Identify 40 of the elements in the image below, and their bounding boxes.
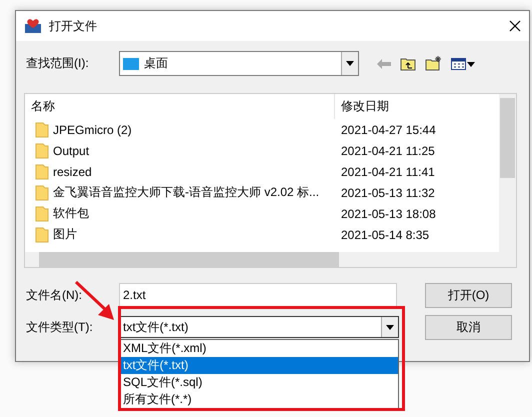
caret-icon xyxy=(386,324,394,330)
file-type-option[interactable]: txt文件(*.txt) xyxy=(121,357,398,374)
folder-icon xyxy=(35,164,49,180)
file-name[interactable]: 图片 xyxy=(53,226,77,243)
app-icon xyxy=(24,18,42,34)
modified-date: 2021-04-21 11:25 xyxy=(340,144,435,158)
file-name-label: 文件名(N): xyxy=(25,286,83,304)
look-in-dropdown[interactable]: 桌面 xyxy=(119,51,359,76)
file-name[interactable]: resized xyxy=(53,164,92,178)
up-folder-icon[interactable] xyxy=(400,56,416,70)
vertical-scrollbar[interactable] xyxy=(499,94,516,252)
file-type-label: 文件类型(T): xyxy=(25,318,94,336)
column-header[interactable]: 名称 xyxy=(25,94,335,119)
modified-date: 2021-04-21 11:41 xyxy=(340,164,435,178)
horizontal-scrollbar[interactable] xyxy=(25,252,499,267)
close-icon[interactable] xyxy=(509,20,521,32)
view-menu-icon[interactable] xyxy=(451,58,475,70)
open-button[interactable]: 打开(O) xyxy=(425,282,512,308)
modified-date: 2021-04-27 15:44 xyxy=(340,122,436,136)
file-name[interactable]: Output xyxy=(53,144,90,158)
cancel-button[interactable]: 取消 xyxy=(425,314,512,340)
window-title: 打开文件 xyxy=(49,18,98,34)
file-type-dropdown[interactable]: txt文件(*.txt) xyxy=(119,316,399,338)
desktop-icon xyxy=(123,58,139,70)
modified-date: 2021-05-14 8:35 xyxy=(340,228,430,242)
folder-icon xyxy=(35,184,49,200)
new-folder-icon[interactable] xyxy=(425,56,442,71)
file-name[interactable]: 软件包 xyxy=(53,205,89,222)
file-name[interactable]: 金飞翼语音监控大师下载-语音监控大师 v2.02 标... xyxy=(53,184,320,201)
folder-icon xyxy=(35,206,49,222)
modified-date: 2021-05-13 11:32 xyxy=(340,186,435,200)
look-in-label: 查找范围(I): xyxy=(25,55,90,72)
file-name[interactable]: JPEGmicro (2) xyxy=(53,122,132,136)
file-name-field[interactable]: 2.txt xyxy=(119,283,397,307)
folder-icon xyxy=(35,142,49,158)
folder-icon xyxy=(35,226,49,242)
folder-icon xyxy=(35,122,49,138)
caret-icon xyxy=(346,61,354,66)
modified-date: 2021-05-13 18:08 xyxy=(340,206,436,220)
column-header[interactable]: 修改日期 xyxy=(335,94,485,119)
